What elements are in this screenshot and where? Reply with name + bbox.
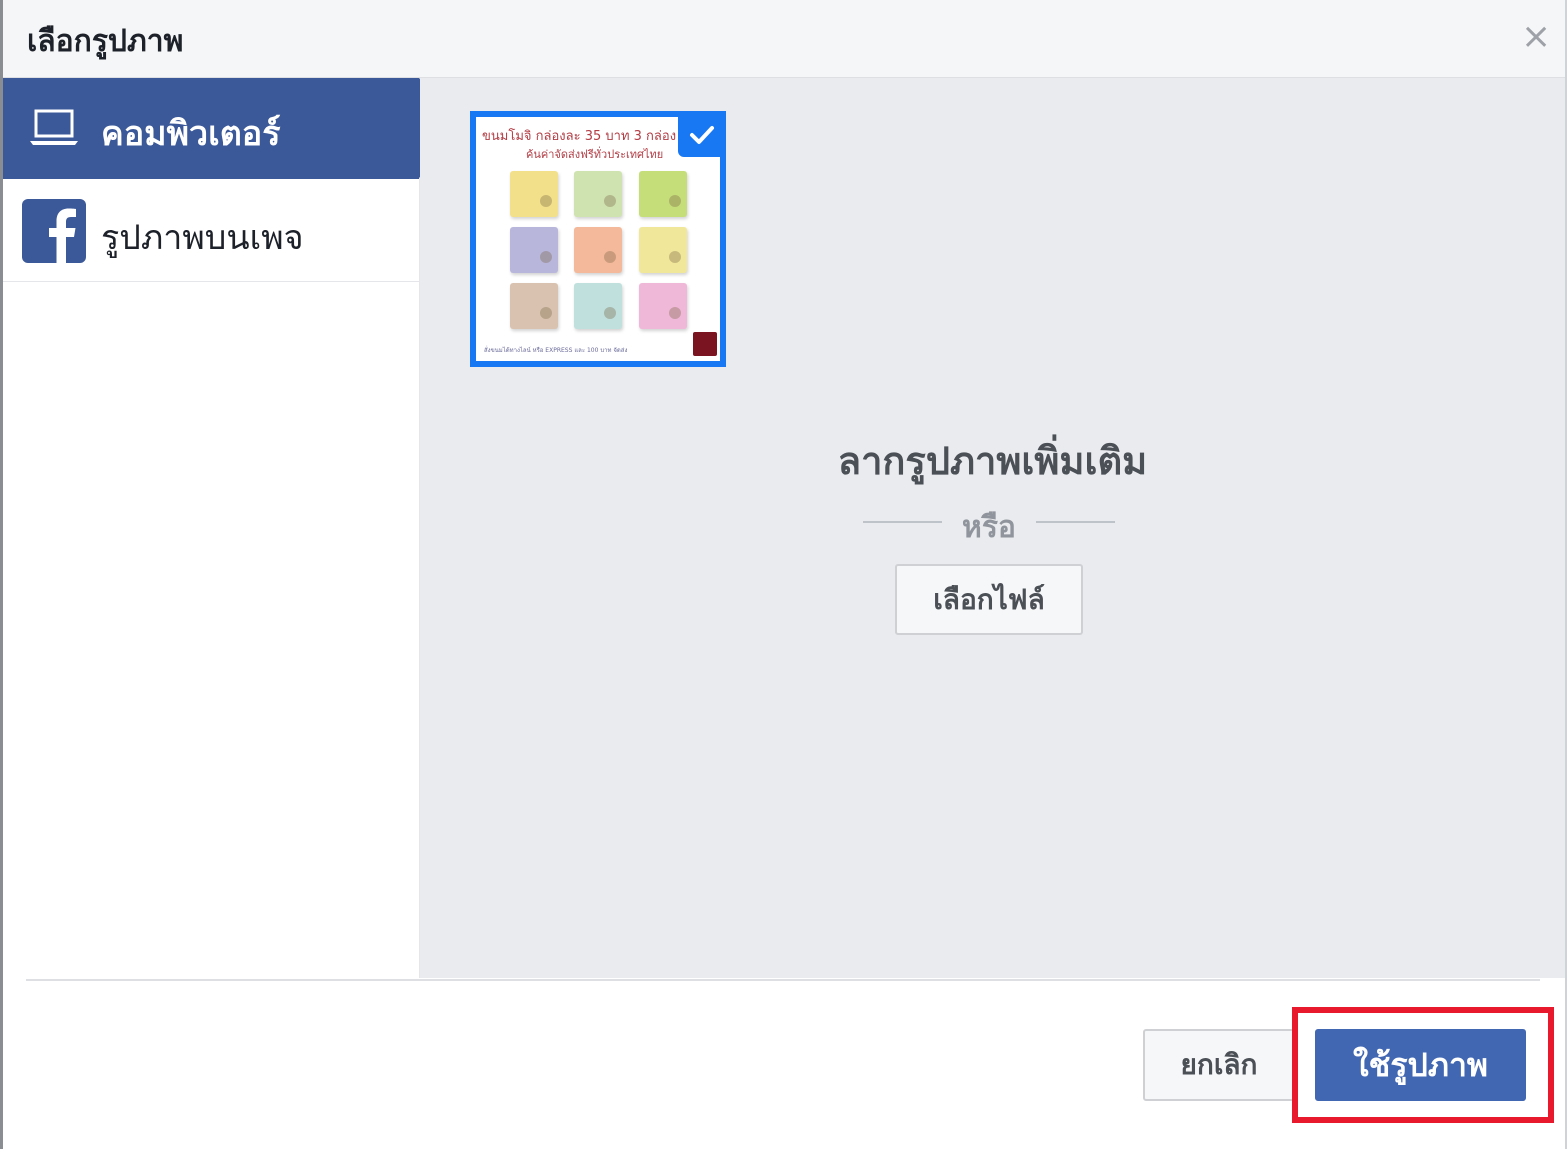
drag-more-images-text: ลากรูปภาพเพิ่มเติม [837, 439, 1148, 483]
product-box [639, 171, 687, 217]
footer-divider [26, 979, 1540, 981]
product-box [639, 227, 687, 273]
highlight-annotation-box [1292, 1007, 1554, 1123]
thumbnail-subcaption: ค้นค่าจัดส่งฟรีทั่วประเทศไทย [526, 148, 664, 161]
sidebar: คอมพิวเตอร์ รูปภาพบนเพจ [3, 78, 462, 978]
checkmark-icon [678, 113, 724, 157]
sidebar-item-label: รูปภาพบนเพจ [101, 218, 304, 258]
facebook-icon [22, 199, 86, 263]
close-icon[interactable]: × [1521, 19, 1551, 55]
laptop-icon [30, 109, 78, 145]
cancel-button[interactable]: ยกเลิก [1143, 1029, 1295, 1101]
brand-logo [693, 332, 717, 356]
product-box [639, 283, 687, 329]
product-box [574, 227, 622, 273]
thumbnail-caption: ขนมโมจิ กล่องละ 35 บาท 3 กล่อง 10 [482, 129, 697, 144]
thumbnail-footer-text: สั่งขนมได้ทางไลน์ หรือ EXPRESS และ 100 บ… [484, 347, 628, 354]
product-box [510, 283, 558, 329]
or-label: หรือ [962, 510, 1016, 545]
product-box [510, 227, 558, 273]
dialog-title: เลือกรูปภาพ [27, 24, 184, 59]
dialog-header: เลือกรูปภาพ × [3, 0, 1565, 78]
sidebar-item-label: คอมพิวเตอร์ [101, 114, 281, 154]
sidebar-item-computer[interactable]: คอมพิวเตอร์ [3, 78, 462, 179]
product-box [574, 283, 622, 329]
choose-file-button[interactable]: เลือกไฟล์ [895, 564, 1083, 635]
or-divider: หรือ [863, 502, 1115, 545]
product-box [510, 171, 558, 217]
divider-line [1036, 521, 1115, 523]
sidebar-item-page-photos[interactable]: รูปภาพบนเพจ [3, 180, 419, 282]
product-box [574, 171, 622, 217]
choose-image-dialog: เลือกรูปภาพ × คอมพิวเตอร์ รูปภาพบนเพจ ขน… [0, 0, 1567, 1149]
